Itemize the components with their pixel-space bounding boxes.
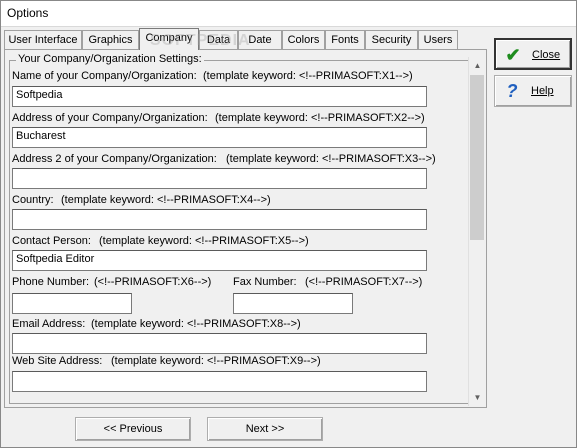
- country-keyword: (template keyword: <!--PRIMASOFT:X4-->): [61, 194, 271, 206]
- previous-button[interactable]: << Previous: [75, 417, 191, 441]
- scroll-down-arrow-icon[interactable]: ▼: [469, 389, 486, 406]
- phone-number-keyword: (<!--PRIMASOFT:X6-->): [94, 276, 212, 288]
- country-field[interactable]: [12, 209, 427, 230]
- country-label: Country:: [12, 194, 54, 206]
- company-settings-group: Your Company/Organization Settings: Name…: [9, 53, 472, 404]
- company-address2-label: Address 2 of your Company/Organization:: [12, 153, 217, 165]
- tab-graphics[interactable]: Graphics: [82, 30, 139, 49]
- tab-date[interactable]: Date: [238, 30, 282, 49]
- help-button[interactable]: ? Help: [494, 75, 572, 107]
- company-address-label: Address of your Company/Organization:: [12, 112, 208, 124]
- company-address-keyword: (template keyword: <!--PRIMASOFT:X2-->): [215, 112, 425, 124]
- scroll-up-arrow-icon[interactable]: ▲: [469, 57, 486, 74]
- phone-number-label: Phone Number:: [12, 276, 90, 288]
- company-name-field[interactable]: Softpedia: [12, 86, 427, 107]
- title-bar: Options: [0, 0, 577, 27]
- tab-fonts[interactable]: Fonts: [325, 30, 365, 49]
- website-address-label: Web Site Address:: [12, 355, 103, 367]
- company-name-keyword: (template keyword: <!--PRIMASOFT:X1-->): [203, 70, 413, 82]
- next-button[interactable]: Next >>: [207, 417, 323, 441]
- help-button-label: Help: [531, 85, 554, 97]
- email-address-field[interactable]: [12, 333, 427, 354]
- fax-number-label: Fax Number:: [233, 276, 297, 288]
- tab-strip: User Interface Graphics Company Data Dat…: [4, 28, 464, 50]
- email-address-label: Email Address:: [12, 318, 86, 330]
- email-address-keyword: (template keyword: <!--PRIMASOFT:X8-->): [91, 318, 301, 330]
- phone-number-field[interactable]: [12, 293, 132, 314]
- window-title: Options: [7, 6, 49, 20]
- close-button-label: Close: [532, 49, 561, 61]
- tab-security[interactable]: Security: [365, 30, 418, 49]
- company-name-label: Name of your Company/Organization:: [12, 70, 197, 82]
- company-tab-panel: Your Company/Organization Settings: Name…: [4, 49, 487, 408]
- contact-person-label: Contact Person:: [12, 235, 91, 247]
- tab-company[interactable]: Company: [139, 28, 199, 50]
- website-address-field[interactable]: [12, 371, 427, 392]
- tab-data[interactable]: Data: [199, 30, 238, 49]
- company-address-field[interactable]: Bucharest: [12, 127, 427, 148]
- company-address2-keyword: (template keyword: <!--PRIMASOFT:X3-->): [226, 153, 436, 165]
- close-button[interactable]: ✔ Close: [494, 38, 572, 70]
- fax-number-keyword: (<!--PRIMASOFT:X7-->): [305, 276, 423, 288]
- check-icon: ✔: [505, 45, 521, 65]
- group-title: Your Company/Organization Settings:: [16, 53, 204, 65]
- question-icon: ?: [506, 81, 518, 101]
- website-address-keyword: (template keyword: <!--PRIMASOFT:X9-->): [111, 355, 321, 367]
- scrollbar-thumb[interactable]: [470, 75, 484, 240]
- tab-colors[interactable]: Colors: [282, 30, 325, 49]
- tab-user-interface[interactable]: User Interface: [4, 30, 82, 49]
- fax-number-field[interactable]: [233, 293, 353, 314]
- tab-users[interactable]: Users: [418, 30, 458, 49]
- vertical-scrollbar[interactable]: ▲ ▼: [468, 57, 486, 406]
- contact-person-keyword: (template keyword: <!--PRIMASOFT:X5-->): [99, 235, 309, 247]
- contact-person-field[interactable]: Softpedia Editor: [12, 250, 427, 271]
- company-address2-field[interactable]: [12, 168, 427, 189]
